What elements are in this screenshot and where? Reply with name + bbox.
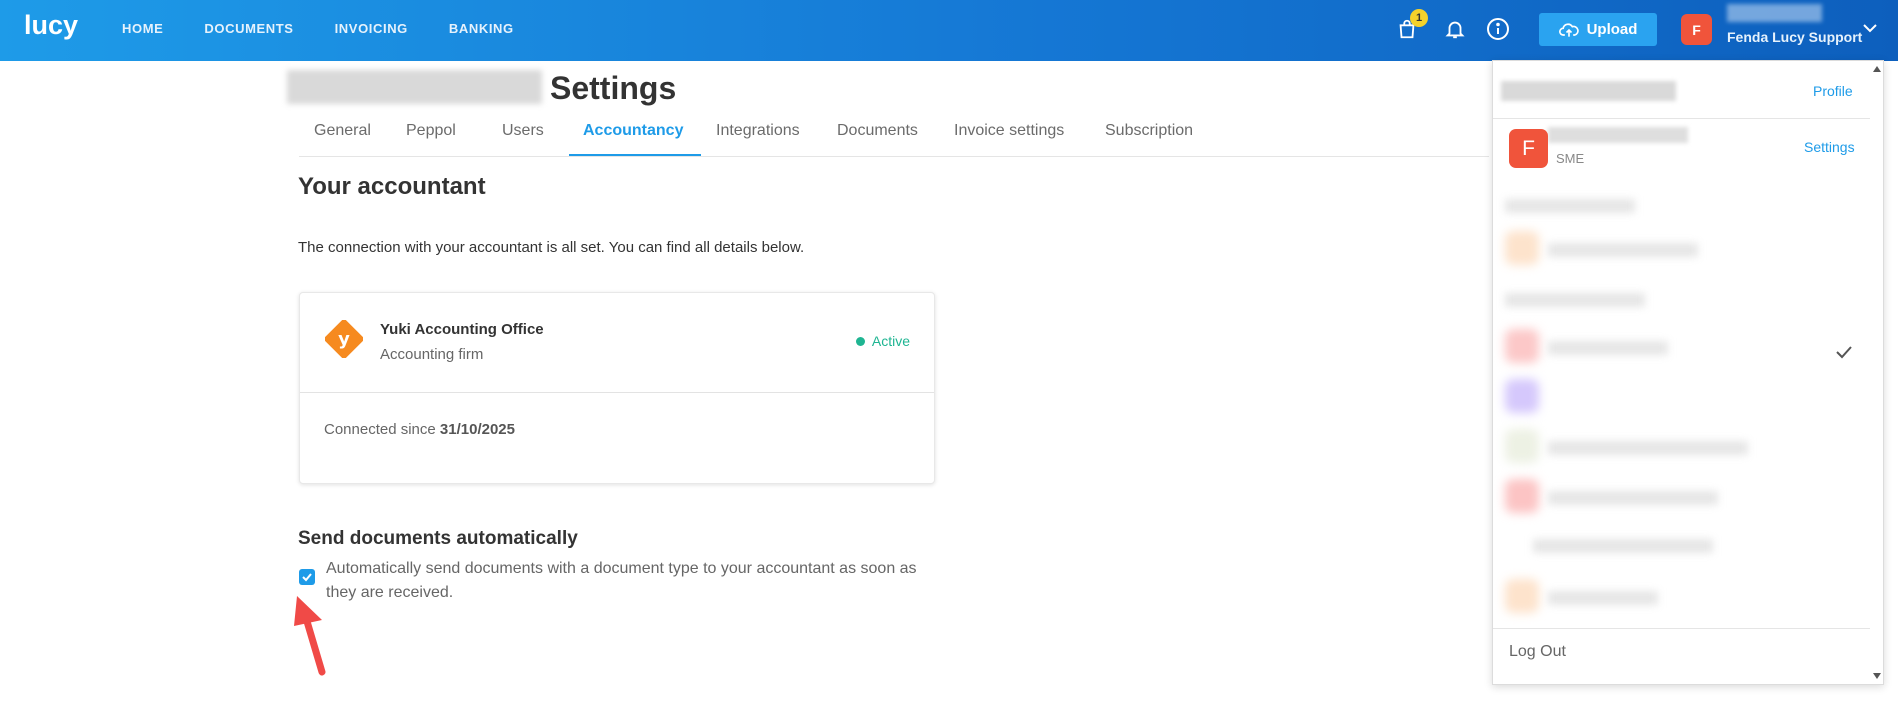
red-arrow-annotation-icon <box>294 596 326 676</box>
upload-button-label: Upload <box>1586 21 1638 38</box>
redacted-list-item <box>1548 243 1698 257</box>
bell-icon <box>1445 21 1465 39</box>
tab-integrations[interactable]: Integrations <box>716 122 800 140</box>
status-label: Active <box>871 333 910 349</box>
accountant-name: Yuki Accounting Office <box>380 321 544 338</box>
redacted-list-item <box>1505 231 1539 265</box>
tab-peppol[interactable]: Peppol <box>406 122 456 140</box>
connected-since-label: Connected since <box>324 421 436 438</box>
cloud-upload-icon <box>1558 22 1579 37</box>
send-automatically-heading: Send documents automatically <box>298 528 578 549</box>
redacted-list-item <box>1505 293 1645 307</box>
dropdown-profile-row: Profile <box>1493 61 1870 119</box>
logout-button[interactable]: Log Out <box>1509 643 1566 661</box>
tab-general[interactable]: General <box>314 122 371 140</box>
user-avatar[interactable]: F <box>1681 14 1712 45</box>
accountant-card-header: y Yuki Accounting Office Accounting firm… <box>300 293 934 393</box>
redacted-list-item[interactable] <box>1505 429 1539 463</box>
accountant-intro-text: The connection with your accountant is a… <box>298 239 805 256</box>
page-title: Settings <box>550 70 677 106</box>
main-nav: HOME DOCUMENTS INVOICING BANKING <box>122 21 555 36</box>
redacted-list-item <box>1533 539 1713 553</box>
notifications-button[interactable] <box>1440 14 1470 44</box>
lucy-logo[interactable]: lucy <box>24 10 78 41</box>
nav-documents[interactable]: DOCUMENTS <box>204 21 293 36</box>
redacted-list-item[interactable] <box>1505 329 1539 363</box>
nav-banking[interactable]: BANKING <box>449 21 514 36</box>
upload-button[interactable]: Upload <box>1539 13 1657 46</box>
tab-accountancy[interactable]: Accountancy <box>583 122 683 140</box>
cart-button[interactable]: 1 <box>1392 9 1428 44</box>
company-name-redacted <box>1548 127 1688 143</box>
redacted-list-item <box>1548 341 1668 355</box>
active-tab-indicator <box>569 154 701 156</box>
checkmark-icon <box>1836 346 1852 359</box>
dropdown-divider <box>1493 628 1870 629</box>
auto-send-description[interactable]: Automatically send documents with a docu… <box>326 557 946 605</box>
chevron-down-icon[interactable] <box>1862 20 1878 36</box>
user-email-redacted <box>1501 81 1676 101</box>
tab-subscription[interactable]: Subscription <box>1105 122 1193 140</box>
redacted-list-item <box>1505 199 1635 213</box>
redacted-list-item <box>1548 441 1748 455</box>
top-navigation-bar: lucy HOME DOCUMENTS INVOICING BANKING 1 … <box>0 0 1898 61</box>
yuki-logo-icon: y <box>325 320 363 358</box>
scroll-down-icon[interactable] <box>1873 673 1881 679</box>
user-dropdown-menu: Profile F Settings SME Log Out <box>1492 60 1884 685</box>
yuki-logo-letter: y <box>338 329 350 350</box>
nav-invoicing[interactable]: INVOICING <box>335 21 408 36</box>
redacted-list-item <box>1548 591 1658 605</box>
tab-invoice-settings[interactable]: Invoice settings <box>954 122 1064 140</box>
connected-since-date: 31/10/2025 <box>439 421 515 438</box>
settings-tabs: General Peppol Users Accountancy Integra… <box>299 118 1489 157</box>
accountant-type: Accounting firm <box>380 346 484 363</box>
accountant-card: y Yuki Accounting Office Accounting firm… <box>299 292 935 484</box>
company-plan-label: SME <box>1556 151 1585 166</box>
dropdown-scrollbar[interactable] <box>1870 61 1883 684</box>
user-organization[interactable]: Fenda Lucy Support <box>1727 29 1862 45</box>
nav-home[interactable]: HOME <box>122 21 163 36</box>
tab-documents[interactable]: Documents <box>837 122 918 140</box>
redacted-list-item[interactable] <box>1505 479 1539 513</box>
tab-users[interactable]: Users <box>502 122 544 140</box>
company-name-redacted <box>287 70 542 104</box>
checkmark-icon <box>302 573 312 582</box>
status-badge: Active <box>855 333 910 349</box>
company-settings-link[interactable]: Settings <box>1804 139 1855 155</box>
info-button[interactable] <box>1483 14 1513 44</box>
redacted-list-item[interactable] <box>1505 579 1539 613</box>
auto-send-checkbox[interactable] <box>299 569 315 585</box>
company-avatar[interactable]: F <box>1509 129 1548 168</box>
scroll-up-icon[interactable] <box>1873 66 1881 72</box>
status-dot-icon <box>855 336 865 346</box>
cart-count-badge: 1 <box>1410 9 1428 27</box>
info-icon <box>1487 18 1509 40</box>
user-name-redacted <box>1727 4 1822 22</box>
connected-since: Connected since 31/10/2025 <box>324 421 515 438</box>
redacted-list-item <box>1548 491 1718 505</box>
profile-link[interactable]: Profile <box>1813 83 1853 99</box>
your-accountant-heading: Your accountant <box>298 173 486 200</box>
redacted-list-item[interactable] <box>1505 379 1539 413</box>
